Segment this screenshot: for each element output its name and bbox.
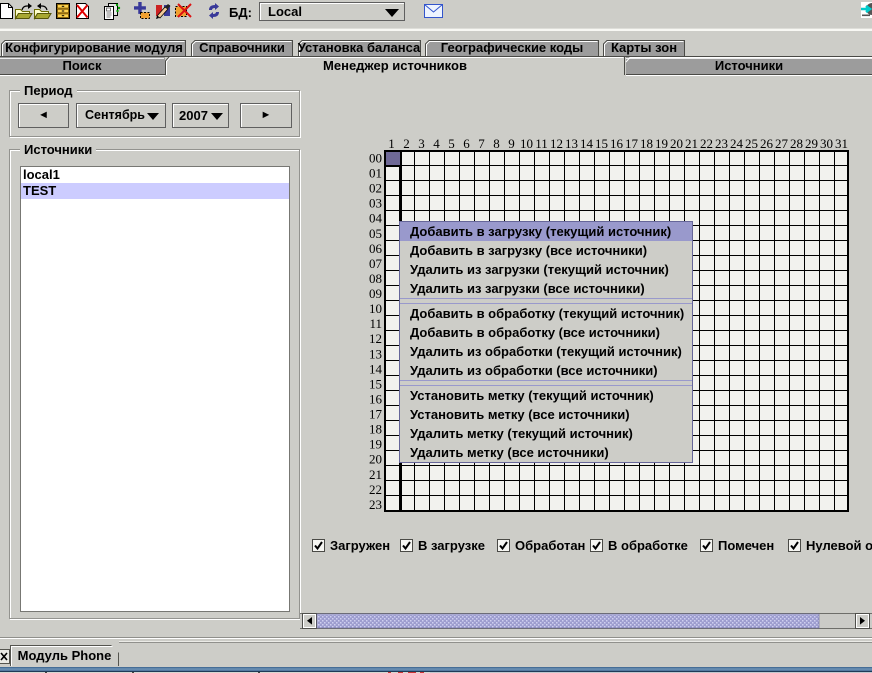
svg-text:21: 21: [685, 136, 698, 151]
svg-text:19: 19: [655, 136, 668, 151]
svg-text:23: 23: [369, 497, 382, 512]
svg-text:28: 28: [790, 136, 803, 151]
svg-text:Установка баланса: Установка баланса: [298, 40, 421, 55]
svg-text:15: 15: [369, 376, 382, 391]
svg-text:21: 21: [369, 467, 382, 482]
svg-text:16: 16: [610, 136, 624, 151]
svg-text:7: 7: [478, 136, 485, 151]
svg-text:11: 11: [535, 136, 548, 151]
svg-text:12: 12: [550, 136, 563, 151]
svg-text:00: 00: [369, 151, 382, 166]
svg-text:3: 3: [418, 136, 425, 151]
svg-text:Карты зон: Карты зон: [611, 40, 677, 55]
svg-text:18: 18: [369, 422, 382, 437]
svg-text:6: 6: [463, 136, 470, 151]
svg-text:14: 14: [580, 136, 594, 151]
svg-text:20: 20: [369, 452, 382, 467]
svg-text:Менеджер источников: Менеджер источников: [323, 58, 467, 73]
svg-text:04: 04: [369, 211, 383, 226]
svg-text:08: 08: [369, 271, 382, 286]
svg-text:26: 26: [760, 136, 774, 151]
svg-text:5: 5: [448, 136, 455, 151]
svg-text:4: 4: [433, 136, 440, 151]
svg-text:17: 17: [369, 407, 383, 422]
svg-text:13: 13: [565, 136, 578, 151]
svg-text:07: 07: [369, 256, 383, 271]
svg-text:9: 9: [508, 136, 515, 151]
svg-text:19: 19: [369, 437, 382, 452]
svg-text:20: 20: [670, 136, 683, 151]
svg-text:17: 17: [625, 136, 639, 151]
svg-text:2: 2: [403, 136, 410, 151]
svg-text:Источники: Источники: [715, 58, 783, 73]
svg-text:02: 02: [369, 181, 382, 196]
svg-text:06: 06: [369, 241, 383, 256]
svg-text:1: 1: [388, 136, 395, 151]
svg-text:Поиск: Поиск: [62, 58, 102, 73]
svg-text:16: 16: [369, 392, 383, 407]
svg-text:Географические коды: Географические коды: [441, 40, 583, 55]
svg-text:14: 14: [369, 361, 383, 376]
svg-text:10: 10: [520, 136, 533, 151]
svg-text:18: 18: [640, 136, 653, 151]
svg-text:Справочники: Справочники: [199, 40, 285, 55]
svg-text:01: 01: [369, 166, 382, 181]
svg-text:23: 23: [715, 136, 728, 151]
svg-text:13: 13: [369, 346, 382, 361]
svg-text:Конфигурирование модуля: Конфигурирование модуля: [5, 40, 183, 55]
svg-text:31: 31: [835, 136, 848, 151]
svg-text:11: 11: [369, 316, 382, 331]
svg-text:30: 30: [820, 136, 833, 151]
svg-text:22: 22: [369, 482, 382, 497]
svg-text:12: 12: [369, 331, 382, 346]
svg-text:09: 09: [369, 286, 382, 301]
svg-text:15: 15: [595, 136, 608, 151]
svg-text:27: 27: [775, 136, 789, 151]
svg-text:10: 10: [369, 301, 382, 316]
svg-text:03: 03: [369, 196, 382, 211]
svg-text:24: 24: [730, 136, 744, 151]
svg-text:29: 29: [805, 136, 818, 151]
svg-text:05: 05: [369, 226, 382, 241]
svg-text:8: 8: [493, 136, 500, 151]
svg-text:22: 22: [700, 136, 713, 151]
svg-text:25: 25: [745, 136, 758, 151]
